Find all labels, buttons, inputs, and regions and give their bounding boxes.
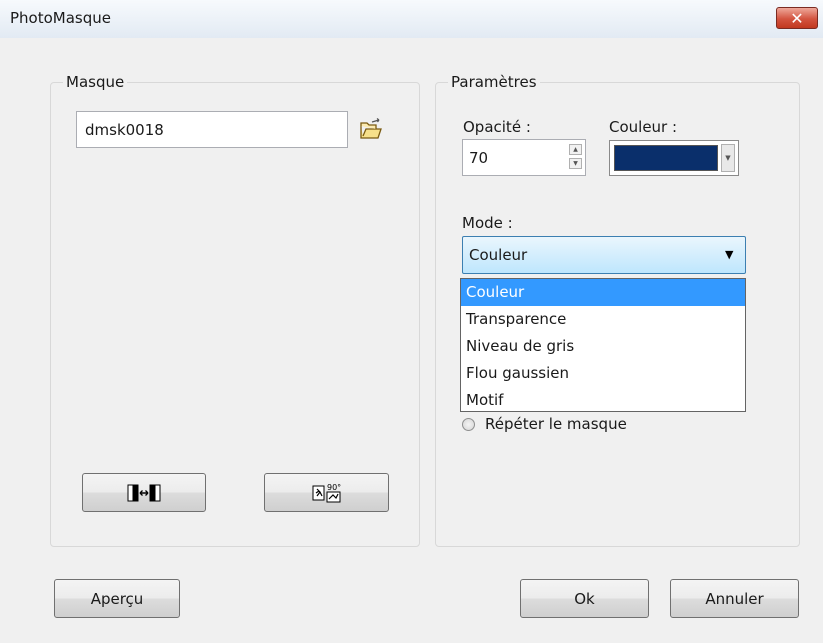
opacity-spin-down[interactable]: ▼	[569, 158, 582, 169]
mode-option[interactable]: Couleur	[461, 279, 745, 306]
mask-group-legend: Masque	[63, 73, 128, 91]
mode-option[interactable]: Niveau de gris	[461, 333, 745, 360]
rotate-button[interactable]: 90°	[264, 473, 389, 512]
mode-option[interactable]: Motif	[461, 387, 745, 414]
mode-label: Mode :	[462, 214, 513, 232]
flip-horizontal-icon	[127, 484, 161, 501]
repeat-mask-radio[interactable]	[462, 418, 475, 431]
cancel-button[interactable]: Annuler	[670, 579, 799, 618]
photomasque-dialog: PhotoMasque ✕ Masque dmsk0018 90° Paramè…	[0, 0, 823, 643]
params-group-legend: Paramètres	[448, 73, 540, 91]
color-swatch	[614, 145, 718, 171]
mode-option[interactable]: Flou gaussien	[461, 360, 745, 387]
mode-dropdown-list: Couleur Transparence Niveau de gris Flou…	[460, 278, 746, 412]
svg-text:90°: 90°	[327, 483, 341, 492]
mode-option[interactable]: Transparence	[461, 306, 745, 333]
flip-button[interactable]	[82, 473, 206, 512]
open-folder-icon	[360, 118, 382, 139]
title-bar: PhotoMasque ✕	[0, 0, 823, 38]
ok-button[interactable]: Ok	[520, 579, 649, 618]
close-icon: ✕	[790, 8, 804, 28]
color-dropdown-arrow[interactable]: ▼	[721, 144, 735, 172]
mask-name-input[interactable]: dmsk0018	[76, 111, 348, 148]
chevron-down-icon: ▼	[725, 248, 734, 261]
opacity-label: Opacité :	[463, 118, 531, 136]
repeat-mask-label: Répéter le masque	[485, 415, 627, 433]
color-picker[interactable]: ▼	[609, 140, 739, 176]
mode-select-value: Couleur	[469, 246, 528, 264]
rotate-90-icon: 90°	[312, 483, 341, 502]
close-button[interactable]: ✕	[776, 7, 818, 29]
window-title: PhotoMasque	[10, 9, 111, 27]
mode-select[interactable]: Couleur ▼	[462, 236, 746, 274]
color-label: Couleur :	[609, 118, 678, 136]
preview-button[interactable]: Aperçu	[54, 579, 180, 618]
opacity-spin-up[interactable]: ▲	[569, 144, 582, 155]
opacity-input[interactable]: 70	[462, 139, 586, 176]
open-folder-button[interactable]	[358, 118, 384, 142]
